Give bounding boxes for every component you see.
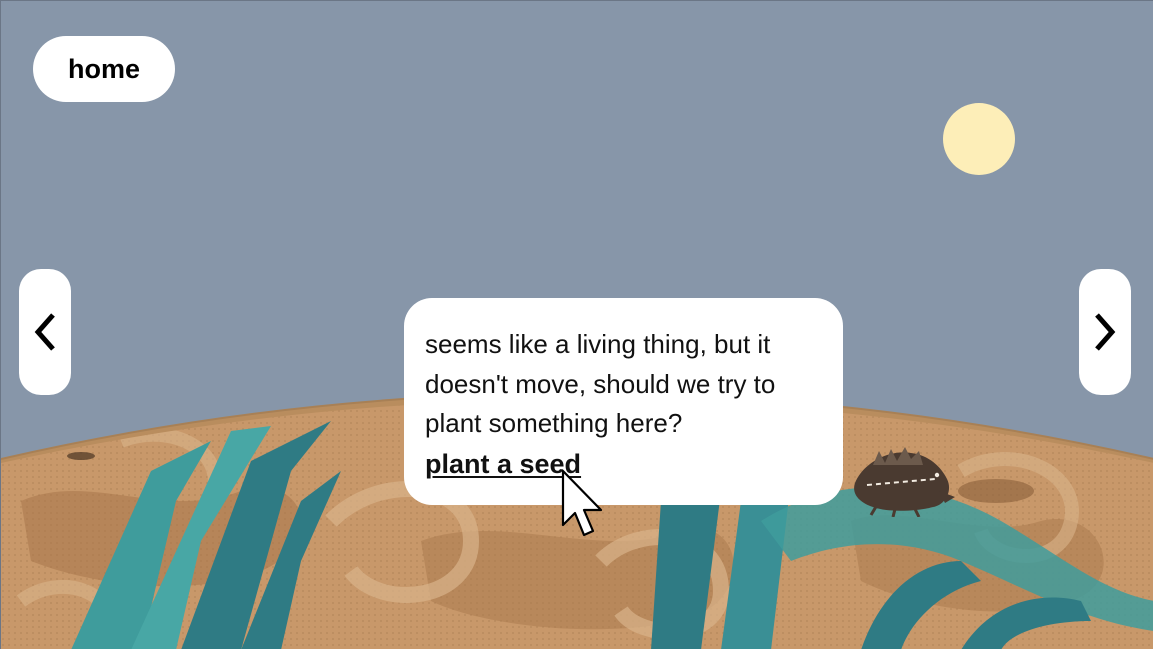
mouse-pointer-icon (561, 469, 603, 537)
creature-eye (934, 472, 940, 478)
previous-button[interactable] (19, 269, 71, 395)
home-button[interactable]: home (33, 36, 175, 102)
dialog-message: seems like a living thing, but it doesn'… (425, 329, 776, 438)
chevron-left-icon (34, 313, 55, 351)
chevron-right-icon (1095, 313, 1116, 351)
dialog-box: seems like a living thing, but it doesn'… (404, 298, 843, 505)
next-button[interactable] (1079, 269, 1131, 395)
burrow (67, 452, 95, 460)
plant-seed-link[interactable]: plant a seed (425, 449, 581, 480)
game-scene: home seems like a living thing, but it d… (0, 0, 1153, 649)
burrow (958, 479, 1034, 503)
soil-creature (854, 447, 955, 517)
